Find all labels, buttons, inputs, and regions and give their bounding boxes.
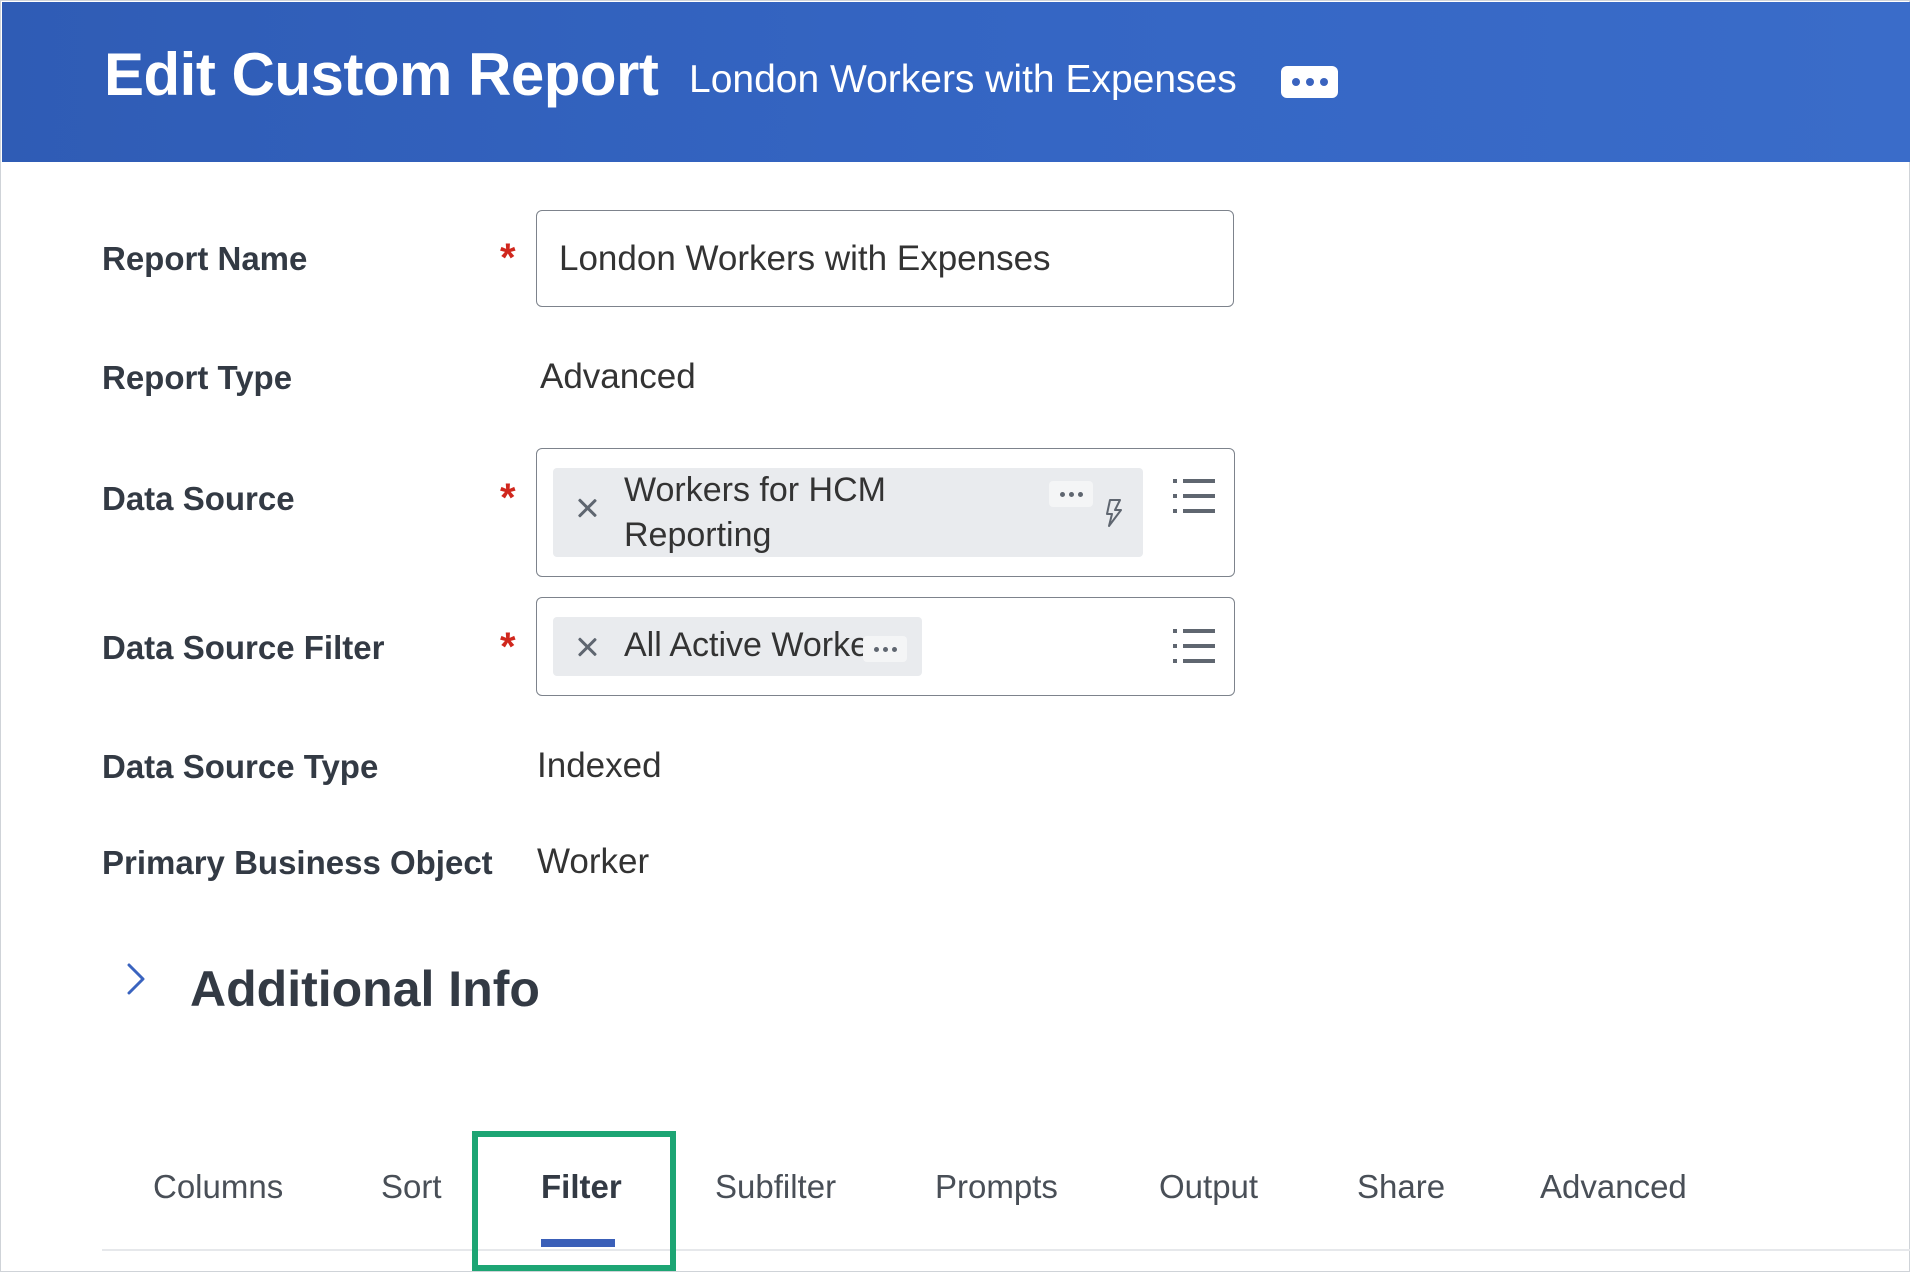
ellipsis-icon[interactable] [863, 636, 907, 662]
close-icon[interactable] [575, 635, 599, 659]
list-icon[interactable] [1173, 629, 1215, 663]
tab-output[interactable]: Output [1159, 1168, 1258, 1206]
related-actions-button[interactable] [1281, 66, 1338, 98]
data-source-filter-label: Data Source Filter [102, 629, 385, 666]
tab-subfilter[interactable]: Subfilter [715, 1168, 836, 1206]
tab-columns[interactable]: Columns [153, 1168, 283, 1206]
list-icon[interactable] [1173, 479, 1215, 513]
page-header: Edit Custom Report London Workers with E… [2, 2, 1910, 162]
tab-share[interactable]: Share [1357, 1168, 1445, 1206]
data-source-pill-line2: Reporting [624, 516, 772, 554]
primary-business-object-value: Worker [537, 842, 650, 881]
page-title: Edit Custom Report [104, 41, 659, 108]
ellipsis-icon [1291, 78, 1328, 86]
ellipsis-icon[interactable] [1049, 481, 1093, 507]
data-source-filter-pill[interactable]: All Active Workers [553, 617, 922, 676]
required-asterisk: * [500, 625, 516, 669]
report-tabs: Columns Sort Filter Subfilter Prompts Ou… [102, 1130, 1910, 1250]
data-source-pill[interactable]: Workers for HCM Reporting [553, 468, 1143, 557]
tab-advanced[interactable]: Advanced [1540, 1168, 1687, 1206]
data-source-type-value: Indexed [537, 746, 662, 785]
primary-business-object-label: Primary Business Object [102, 844, 493, 881]
data-source-filter-prompt[interactable]: All Active Workers [536, 597, 1235, 696]
tab-prompts[interactable]: Prompts [935, 1168, 1058, 1206]
filter-tab-highlight [472, 1131, 676, 1271]
additional-info-heading[interactable]: Additional Info [190, 960, 540, 1018]
report-name-label: Report Name [102, 240, 308, 277]
report-name-input[interactable] [536, 210, 1234, 307]
tab-sort[interactable]: Sort [381, 1168, 442, 1206]
report-type-value: Advanced [540, 357, 696, 396]
data-source-type-label: Data Source Type [102, 748, 379, 785]
data-source-pill-line1: Workers for HCM [624, 471, 886, 509]
required-asterisk: * [500, 236, 516, 280]
data-source-filter-pill-text: All Active Workers [624, 626, 898, 664]
lightning-icon [1103, 498, 1125, 528]
data-source-label: Data Source [102, 480, 295, 517]
data-source-prompt[interactable]: Workers for HCM Reporting [536, 448, 1235, 577]
report-type-label: Report Type [102, 359, 293, 396]
required-asterisk: * [500, 476, 516, 520]
tabs-divider [102, 1249, 1910, 1251]
report-subtitle: London Workers with Expenses [689, 58, 1237, 101]
chevron-right-icon[interactable] [124, 962, 148, 996]
close-icon[interactable] [575, 496, 599, 520]
